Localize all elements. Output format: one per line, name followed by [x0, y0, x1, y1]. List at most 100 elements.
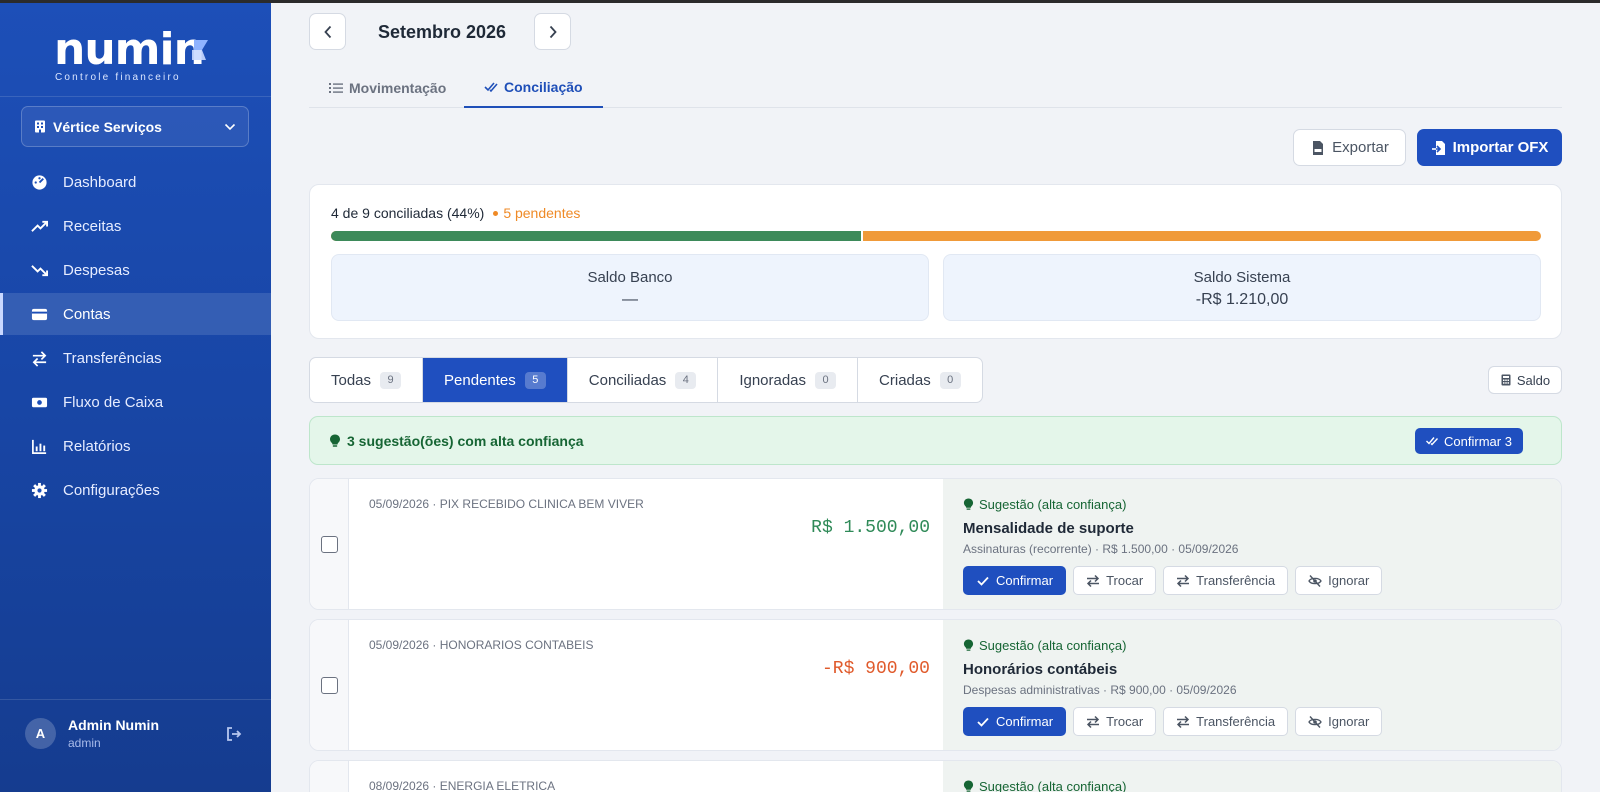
logout-icon[interactable]	[225, 725, 243, 743]
double-check-icon	[1426, 437, 1439, 446]
filter-conciliadas[interactable]: Conciliadas 4	[568, 358, 719, 402]
bank-balance-card: Saldo Banco —	[331, 254, 929, 321]
check-icon	[977, 576, 989, 586]
banner-text: 3 sugestão(ões) com alta confiança	[347, 433, 584, 449]
confirm-button[interactable]: Confirmar	[963, 707, 1067, 736]
wallet-icon	[31, 308, 48, 320]
previous-month-button[interactable]	[309, 13, 346, 50]
ignore-button[interactable]: Ignorar	[1295, 707, 1383, 736]
check-icon	[977, 717, 989, 727]
system-balance-value: -R$ 1.210,00	[1195, 291, 1289, 308]
tab-label: Conciliação	[504, 79, 583, 95]
sidebar-item-configuracoes[interactable]: Configurações	[0, 469, 271, 511]
sidebar-divider	[0, 699, 271, 700]
transaction-amount: R$ 1.500,00	[811, 518, 930, 538]
suggestion-details: Assinaturas (recorrente) · R$ 1.500,00 ·…	[963, 542, 1239, 556]
row-checkbox[interactable]	[321, 677, 338, 694]
import-ofx-button[interactable]: Importar OFX	[1417, 129, 1562, 166]
transfer-button[interactable]: Transferência	[1163, 566, 1289, 595]
trending-up-icon	[31, 220, 48, 232]
export-button[interactable]: Exportar	[1293, 129, 1406, 166]
user-name: Admin Numin	[68, 717, 159, 733]
gear-icon	[31, 482, 48, 498]
saldo-button[interactable]: Saldo	[1488, 366, 1562, 394]
lightbulb-icon	[963, 780, 974, 792]
export-label: Exportar	[1332, 139, 1389, 156]
saldo-label: Saldo	[1516, 372, 1551, 388]
confirm-label: Confirmar	[996, 714, 1054, 729]
filter-count: 9	[380, 371, 402, 389]
filter-count: 5	[524, 371, 546, 389]
transaction-description: 08/09/2026 · ENERGIA ELETRICA	[369, 779, 556, 792]
sidebar-item-label: Contas	[63, 305, 111, 323]
system-balance-card: Saldo Sistema -R$ 1.210,00	[943, 254, 1541, 321]
lightbulb-icon	[330, 434, 340, 447]
reconciliation-progress-bar	[331, 231, 1541, 241]
sidebar-item-receitas[interactable]: Receitas	[0, 205, 271, 247]
transaction-amount: -R$ 900,00	[821, 659, 930, 679]
suggestion-panel: Sugestão (alta confiança) Honorários con…	[943, 620, 1561, 750]
filter-criadas[interactable]: Criadas 0	[858, 358, 982, 402]
transfer-icon	[32, 350, 47, 367]
swap-button[interactable]: Trocar	[1073, 566, 1157, 595]
transfer-label: Transferência	[1196, 573, 1276, 588]
sidebar-item-contas[interactable]: Contas	[0, 293, 271, 335]
transaction-row: 05/09/2026 · HONORARIOS CONTABEIS -R$ 90…	[309, 619, 1562, 751]
filter-label: Criadas	[879, 371, 931, 389]
sidebar-nav: Dashboard Receitas Despesas Contas Trans…	[0, 161, 271, 513]
filter-label: Todas	[331, 371, 372, 389]
sidebar-item-transferencias[interactable]: Transferências	[0, 337, 271, 379]
tab-movimentacao[interactable]: Movimentação	[329, 68, 446, 108]
progress-fill	[331, 231, 864, 241]
system-balance-label: Saldo Sistema	[1193, 269, 1291, 286]
swap-label: Trocar	[1106, 573, 1144, 588]
logo: numin Controle financeiro	[54, 28, 208, 83]
transfer-icon	[1177, 574, 1190, 587]
sidebar-divider	[0, 96, 271, 97]
building-icon	[35, 120, 45, 133]
sidebar-item-label: Dashboard	[63, 173, 137, 191]
sidebar-item-fluxo-de-caixa[interactable]: Fluxo de Caixa	[0, 381, 271, 423]
import-label: Importar OFX	[1452, 139, 1549, 156]
row-select-column	[310, 761, 349, 792]
company-selector[interactable]: Vértice Serviços	[21, 106, 249, 147]
filter-label: Conciliadas	[588, 371, 667, 389]
row-checkbox[interactable]	[321, 536, 338, 553]
chart-icon	[32, 439, 47, 454]
pending-indicator: 5 pendentes	[493, 205, 580, 221]
confirm-button[interactable]: Confirmar	[963, 566, 1067, 595]
sidebar-item-relatorios[interactable]: Relatórios	[0, 425, 271, 467]
trending-down-icon	[31, 264, 48, 276]
next-month-button[interactable]	[534, 13, 571, 50]
pending-count: 5 pendentes	[503, 205, 581, 221]
sidebar-item-dashboard[interactable]: Dashboard	[0, 161, 271, 203]
filter-todas[interactable]: Todas 9	[310, 358, 424, 402]
list-icon	[329, 83, 343, 93]
eye-slash-icon	[1308, 715, 1322, 728]
filter-label: Ignoradas	[739, 371, 807, 389]
suggestion-confidence: Sugestão (alta confiança)	[979, 497, 1127, 512]
filter-ignoradas[interactable]: Ignoradas 0	[718, 358, 859, 402]
avatar: A	[25, 718, 56, 749]
transfer-label: Transferência	[1196, 714, 1276, 729]
transaction-row: 08/09/2026 · ENERGIA ELETRICA Sugestão (…	[309, 760, 1562, 792]
row-select-column	[310, 620, 349, 750]
ignore-label: Ignorar	[1328, 573, 1370, 588]
sidebar-item-label: Relatórios	[63, 437, 131, 455]
filter-count: 0	[939, 371, 961, 389]
sidebar-item-label: Receitas	[63, 217, 122, 235]
bank-balance-label: Saldo Banco	[587, 269, 673, 286]
sidebar-item-label: Configurações	[63, 481, 160, 499]
filter-pendentes[interactable]: Pendentes 5	[423, 358, 568, 402]
row-select-column	[310, 479, 349, 609]
swap-button[interactable]: Trocar	[1073, 707, 1157, 736]
tab-conciliacao[interactable]: Conciliação	[464, 68, 603, 108]
transfer-button[interactable]: Transferência	[1163, 707, 1289, 736]
sidebar-item-despesas[interactable]: Despesas	[0, 249, 271, 291]
confirm-all-button[interactable]: Confirmar 3	[1415, 428, 1523, 454]
user-profile: A Admin Numin admin	[25, 717, 159, 750]
sidebar-item-label: Fluxo de Caixa	[63, 393, 164, 411]
dashboard-icon	[32, 174, 47, 190]
ignore-button[interactable]: Ignorar	[1295, 566, 1383, 595]
user-role: admin	[68, 736, 101, 750]
